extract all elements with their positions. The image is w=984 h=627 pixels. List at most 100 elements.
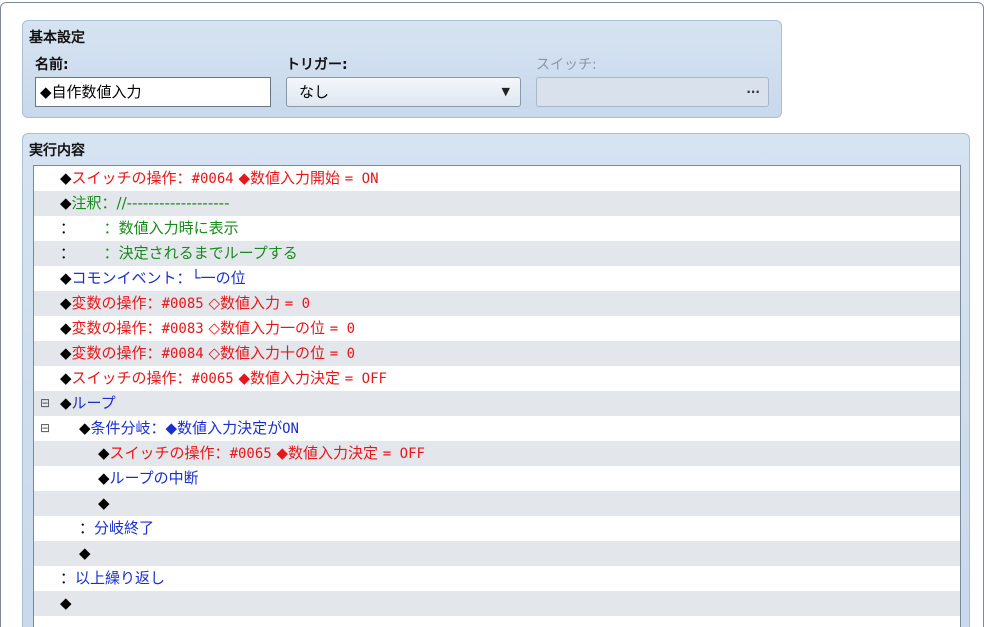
- command-text: ◆コモンイベント：└一の位: [60, 266, 246, 291]
- command-text-part: ◆: [60, 169, 72, 187]
- command-text-part: = 0: [329, 321, 356, 337]
- collapse-toggle-icon[interactable]: ⊟: [40, 391, 50, 416]
- command-text-part: ◆: [79, 419, 91, 437]
- command-row[interactable]: ◆スイッチの操作：#0064 ◆数値入力開始 = ON: [34, 166, 960, 191]
- command-row[interactable]: ： ：数値入力時に表示: [34, 216, 960, 241]
- command-text-part: ループ: [71, 394, 116, 412]
- command-text: ◆: [60, 591, 72, 616]
- command-text-part: ◆: [60, 394, 72, 412]
- event-editor-window: 基本設定 名前: トリガー: スイッチ: ◆自作数値入力 なし ▼ ... 実行…: [0, 2, 984, 627]
- command-text-part: #0084: [161, 346, 204, 362]
- command-row[interactable]: ◆コモンイベント：└一の位: [34, 266, 960, 291]
- command-text: ： ：数値入力時に表示: [60, 216, 239, 241]
- switch-browse-button[interactable]: ...: [746, 82, 760, 96]
- command-text: ◆ループの中断: [98, 466, 199, 491]
- command-text-part: = 0: [284, 296, 311, 312]
- command-text: ◆: [98, 491, 110, 516]
- command-text-part: スイッチの操作：: [71, 369, 192, 387]
- command-text-part: ◆: [98, 444, 110, 462]
- command-text: ◆: [79, 541, 91, 566]
- command-text-part: 分岐終了: [94, 519, 155, 537]
- command-text-part: ：: [60, 244, 76, 262]
- command-text-part: ：: [79, 519, 95, 537]
- name-input[interactable]: ◆自作数値入力: [35, 77, 271, 107]
- command-text: ◆ループ: [60, 391, 116, 416]
- command-row[interactable]: ◆注釈：//-------------------: [34, 191, 960, 216]
- command-text: ◆条件分岐：◆数値入力決定がON: [79, 416, 299, 442]
- command-text-part: #0065: [191, 371, 234, 387]
- command-text-part: ◆: [60, 594, 72, 612]
- command-row[interactable]: ◆スイッチの操作：#0065 ◆数値入力決定 = OFF: [34, 366, 960, 391]
- command-row[interactable]: ⊟ ◆条件分岐：◆数値入力決定がON: [34, 416, 960, 441]
- command-text-part: コモンイベント：└一の位: [71, 269, 246, 287]
- command-text-part: #0085: [161, 296, 204, 312]
- command-text: ◆スイッチの操作：#0065 ◆数値入力決定 = OFF: [60, 366, 387, 392]
- command-row[interactable]: ◆: [34, 491, 960, 516]
- command-text: ：分岐終了: [79, 516, 154, 541]
- command-text-part: 変数の操作：: [71, 294, 162, 312]
- command-text-part: ◆: [60, 369, 72, 387]
- command-text-part: ◆数値入力決定: [271, 444, 383, 462]
- command-text-part: = OFF: [382, 446, 425, 462]
- name-label: 名前:: [35, 57, 69, 73]
- basic-settings-panel: 基本設定 名前: トリガー: スイッチ: ◆自作数値入力 なし ▼ ...: [22, 20, 782, 118]
- command-text-part: ：: [60, 569, 76, 587]
- command-row[interactable]: ◆変数の操作：#0084 ◇数値入力十の位 = 0: [34, 341, 960, 366]
- command-row[interactable]: ◆: [34, 591, 960, 616]
- command-text-part: スイッチの操作：: [71, 169, 192, 187]
- command-row[interactable]: ◆: [34, 541, 960, 566]
- command-text: ◆変数の操作：#0083 ◇数値入力一の位 = 0: [60, 316, 355, 342]
- command-text-part: = OFF: [344, 371, 387, 387]
- command-row[interactable]: ◆変数の操作：#0083 ◇数値入力一の位 = 0: [34, 316, 960, 341]
- collapse-toggle-icon[interactable]: ⊟: [40, 416, 50, 441]
- command-text-part: ◇数値入力: [203, 294, 285, 312]
- command-row[interactable]: ： ：決定されるまでループする: [34, 241, 960, 266]
- command-text-part: = ON: [344, 171, 379, 187]
- command-text-part: ◇数値入力十の位: [203, 344, 330, 362]
- command-text-part: 変数の操作：: [71, 319, 162, 337]
- command-text-part: ：数値入力時に表示: [75, 219, 239, 237]
- command-text-part: 以上繰り返し: [75, 569, 166, 587]
- command-text-part: ◆: [60, 194, 72, 212]
- command-text-part: #0065: [229, 446, 272, 462]
- switch-select[interactable]: ...: [536, 77, 769, 107]
- command-text-part: 条件分岐：◆数値入力決定が: [90, 419, 283, 437]
- command-row[interactable]: ⊟ ◆ループ: [34, 391, 960, 416]
- command-row[interactable]: ◆ループの中断: [34, 466, 960, 491]
- execution-content-title: 実行内容: [29, 143, 85, 159]
- command-text: ：以上繰り返し: [60, 566, 165, 591]
- command-text: ◆スイッチの操作：#0065 ◆数値入力決定 = OFF: [98, 441, 425, 467]
- basic-settings-title: 基本設定: [29, 30, 85, 46]
- dropdown-arrow-icon: ▼: [501, 85, 510, 98]
- command-row[interactable]: ◆スイッチの操作：#0065 ◆数値入力決定 = OFF: [34, 441, 960, 466]
- switch-label: スイッチ:: [536, 57, 597, 73]
- command-text-part: #0064: [191, 171, 234, 187]
- trigger-select[interactable]: なし ▼: [286, 77, 521, 107]
- command-list[interactable]: ◆スイッチの操作：#0064 ◆数値入力開始 = ON ◆注釈：//-------…: [33, 165, 961, 627]
- command-text-part: ◆数値入力決定: [233, 369, 345, 387]
- command-text-part: ◆: [60, 344, 72, 362]
- command-text-part: ◆数値入力開始: [233, 169, 345, 187]
- command-text-part: = 0: [329, 346, 356, 362]
- command-text-part: ◇数値入力一の位: [203, 319, 330, 337]
- command-row[interactable]: ：分岐終了: [34, 516, 960, 541]
- command-text-part: ◆: [60, 319, 72, 337]
- command-row[interactable]: ◆変数の操作：#0085 ◇数値入力 = 0: [34, 291, 960, 316]
- command-text-part: ON: [282, 421, 299, 437]
- command-text-part: ：決定されるまでループする: [75, 244, 298, 262]
- command-text: ◆変数の操作：#0084 ◇数値入力十の位 = 0: [60, 341, 355, 367]
- command-text-part: ◆: [98, 494, 110, 512]
- command-text: ◆スイッチの操作：#0064 ◆数値入力開始 = ON: [60, 166, 379, 192]
- trigger-label: トリガー:: [286, 57, 348, 73]
- command-text: ◆注釈：//-------------------: [60, 191, 230, 216]
- command-text-part: 変数の操作：: [71, 344, 162, 362]
- command-text-part: ◆: [98, 469, 110, 487]
- command-row[interactable]: ：以上繰り返し: [34, 566, 960, 591]
- command-text: ： ：決定されるまでループする: [60, 241, 298, 266]
- command-text-part: スイッチの操作：: [109, 444, 230, 462]
- execution-content-panel: 実行内容 ◆スイッチの操作：#0064 ◆数値入力開始 = ON ◆注釈：//--…: [22, 133, 970, 627]
- trigger-select-value: なし: [299, 83, 330, 101]
- command-text-part: ◆: [60, 294, 72, 312]
- command-text-part: ループの中断: [109, 469, 199, 487]
- command-text-part: 注釈：//-------------------: [71, 194, 230, 212]
